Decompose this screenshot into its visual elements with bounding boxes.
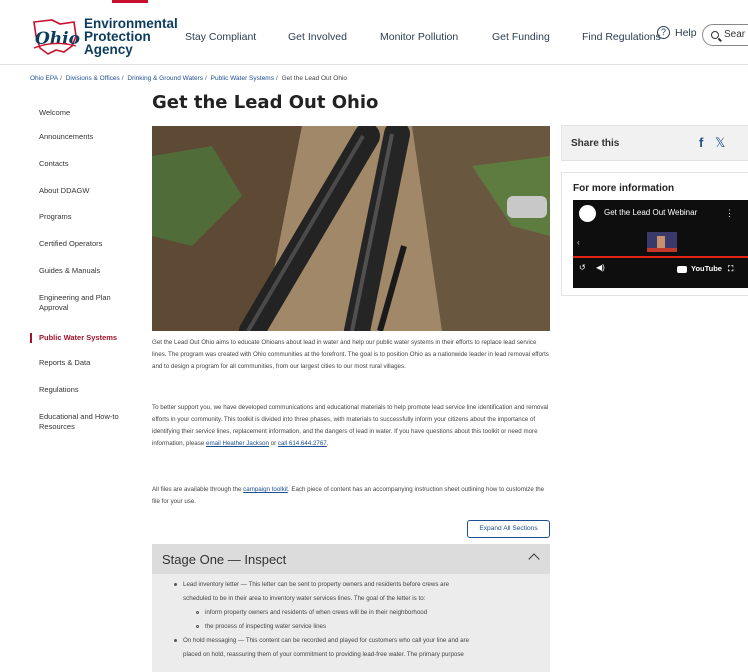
sub-list-item-text: inform property owners and residents of … xyxy=(205,609,428,616)
call-phone-link[interactable]: call 614.644.2767 xyxy=(278,440,327,447)
stage-one-accordion: Stage One — Inspect Lead inventory lette… xyxy=(152,544,550,672)
nav-find-regulations[interactable]: Find Regulations xyxy=(582,31,661,43)
help-label: Help xyxy=(675,26,697,39)
list-item-text: On hold messaging — This content can be … xyxy=(183,637,470,644)
expand-all-sections-button[interactable]: Expand All Sections xyxy=(467,520,550,538)
files-paragraph: All files are available through the camp… xyxy=(152,484,552,508)
kebab-menu-icon[interactable]: ⋮ xyxy=(725,208,734,219)
channel-avatar xyxy=(579,205,596,222)
share-label: Share this xyxy=(571,138,620,149)
bullet-icon xyxy=(174,638,177,642)
breadcrumb-current: Get the Lead Out Ohio xyxy=(281,75,348,82)
sidebar-item-guides-manuals[interactable]: Guides & Manuals xyxy=(30,266,140,276)
video-progress-fill xyxy=(573,256,748,258)
breadcrumb-divisions[interactable]: Divisions & Offices xyxy=(66,75,120,82)
nav-stay-compliant[interactable]: Stay Compliant xyxy=(185,31,256,43)
video-progress-bar[interactable] xyxy=(573,256,748,258)
sidebar-item-reports-data[interactable]: Reports & Data xyxy=(30,358,140,368)
youtube-logo[interactable]: YouTube ⛶ xyxy=(677,264,733,274)
email-heather-link[interactable]: email Heather Jackson xyxy=(206,440,269,447)
volume-icon[interactable]: ◀) xyxy=(596,263,605,272)
facebook-icon[interactable]: f xyxy=(699,135,703,150)
video-thumbnail xyxy=(647,232,677,252)
nav-get-involved[interactable]: Get Involved xyxy=(288,31,347,43)
search-input[interactable]: Sear xyxy=(702,24,748,46)
toolkit-end-text: . xyxy=(326,440,329,447)
breadcrumb: Ohio EPA / Divisions & Offices / Drinking … xyxy=(30,75,348,82)
more-info-panel: For more information Get the Lead Out We… xyxy=(561,172,748,296)
previous-arrow-icon[interactable]: ‹ xyxy=(577,238,580,247)
sidebar-item-contacts[interactable]: Contacts xyxy=(30,159,140,169)
more-info-label: For more information xyxy=(573,183,675,194)
share-panel: Share this f 𝕏 xyxy=(561,125,748,161)
stage-one-header[interactable]: Stage One — Inspect xyxy=(152,544,550,574)
sub-list-item: inform property owners and residents of … xyxy=(196,607,427,619)
intro-paragraph: Get the Lead Out Ohio aims to educate Oh… xyxy=(152,339,549,370)
youtube-video-embed[interactable]: Get the Lead Out Webinar ⋮ ‹ ↺ ◀) YouTub… xyxy=(573,200,748,288)
sidebar-item-engineering[interactable]: Engineering and Plan Approval xyxy=(30,293,140,313)
list-item: On hold messaging — This content can be … xyxy=(174,635,469,647)
captions-icon[interactable] xyxy=(677,265,687,273)
fullscreen-icon[interactable]: ⛶ xyxy=(728,264,733,273)
toolkit-or-text: or xyxy=(268,440,278,447)
bullet-icon xyxy=(174,582,177,586)
help-link[interactable]: ? Help xyxy=(657,26,697,39)
breadcrumb-drinking-ground-waters[interactable]: Drinking & Ground Waters xyxy=(127,75,203,82)
circle-bullet-icon xyxy=(196,610,199,614)
toolkit-paragraph: To better support you, we have developed… xyxy=(152,402,552,450)
agency-name: Environmental Protection Agency xyxy=(84,17,178,57)
sidebar-item-about[interactable]: About DDAGW xyxy=(30,186,140,196)
video-title: Get the Lead Out Webinar xyxy=(604,208,698,217)
youtube-label: YouTube xyxy=(691,264,722,273)
sub-list-item: the process of inspecting water service … xyxy=(196,621,326,633)
nav-get-funding[interactable]: Get Funding xyxy=(492,31,550,43)
video-controls: ↺ ◀) xyxy=(579,263,605,272)
campaign-toolkit-link[interactable]: campaign toolkit xyxy=(243,486,288,493)
list-item-text: Lead inventory letter — This letter can … xyxy=(183,581,450,588)
stage-one-title: Stage One — Inspect xyxy=(162,552,287,567)
sidebar-item-educational[interactable]: Educational and How-to Resources xyxy=(30,412,140,432)
ohio-state-logo-icon: Ohio xyxy=(33,19,80,55)
replay-icon[interactable]: ↺ xyxy=(579,263,586,272)
files-text: All files are available through the xyxy=(152,486,244,493)
circle-bullet-icon xyxy=(196,624,199,628)
sidebar-item-certified-operators[interactable]: Certified Operators xyxy=(30,239,140,249)
search-label: Sear xyxy=(724,29,746,40)
chevron-up-icon xyxy=(528,553,540,565)
help-circle-icon: ? xyxy=(657,26,670,39)
sidebar-item-public-water-systems[interactable]: Public Water Systems xyxy=(30,333,140,343)
sidebar-item-regulations[interactable]: Regulations xyxy=(30,385,140,395)
ohio-epa-logo[interactable]: Ohio Environmental Protection Agency xyxy=(30,16,180,58)
sidebar-item-announcements[interactable]: Announcements xyxy=(30,132,140,142)
hero-image-water-pipes xyxy=(152,126,550,331)
breadcrumb-public-water-systems[interactable]: Public Water Systems xyxy=(211,75,274,82)
sidebar-item-welcome[interactable]: Welcome xyxy=(30,108,140,118)
search-icon xyxy=(711,31,719,39)
site-header: Ohio Environmental Protection Agency Sta… xyxy=(0,3,748,65)
agency-line: Agency xyxy=(84,42,133,57)
list-item-continued: scheduled to be in their area to invento… xyxy=(183,595,426,602)
x-twitter-icon[interactable]: 𝕏 xyxy=(715,135,725,151)
sidebar-item-programs[interactable]: Programs xyxy=(30,212,140,222)
list-item: Lead inventory letter — This letter can … xyxy=(174,579,449,591)
sub-list-item-text: the process of inspecting water service … xyxy=(205,623,327,630)
list-item-continued: placed on hold, reassuring them of your … xyxy=(183,651,464,658)
page-title: Get the Lead Out Ohio xyxy=(152,92,379,113)
nav-monitor-pollution[interactable]: Monitor Pollution xyxy=(380,31,458,43)
breadcrumb-ohio-epa[interactable]: Ohio EPA xyxy=(30,75,58,82)
